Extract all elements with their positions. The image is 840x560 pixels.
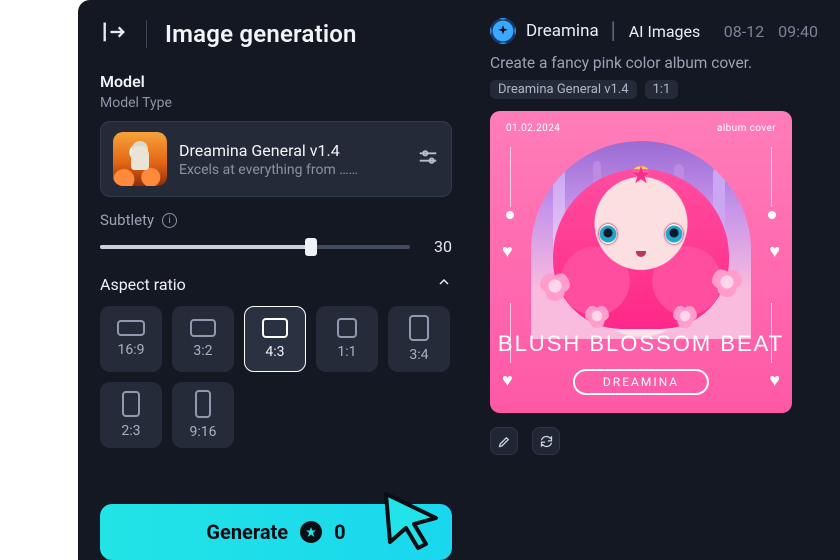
aspect-shape-icon	[337, 318, 357, 338]
chip: 1:1	[645, 80, 679, 99]
aspect-ratio-label: 9:16	[190, 424, 217, 440]
sparkle-icon	[490, 18, 516, 44]
model-thumbnail	[113, 132, 167, 186]
model-description: Excels at everything from ……	[179, 162, 405, 178]
regenerate-button[interactable]	[532, 427, 560, 455]
album-illustration	[598, 223, 684, 245]
aspect-shape-icon	[117, 320, 145, 336]
album-tag: album cover	[717, 123, 776, 134]
sliders-icon[interactable]	[417, 146, 439, 172]
post-source: Dreamina	[526, 21, 599, 41]
model-type-label: Model Type	[100, 95, 452, 111]
generate-button[interactable]: Generate 0	[100, 504, 452, 560]
info-icon[interactable]: i	[162, 213, 177, 228]
flower-icon	[585, 304, 609, 328]
chevron-up-icon[interactable]	[436, 274, 452, 294]
credits-icon	[300, 521, 322, 543]
star-icon: ★	[630, 161, 652, 189]
post-time: 09:40	[778, 22, 818, 41]
post-chips: Dreamina General v1.4 1:1	[490, 80, 818, 99]
slider-thumb[interactable]	[305, 238, 317, 256]
collapse-panel-icon[interactable]	[100, 18, 128, 50]
aspect-shape-icon	[195, 390, 211, 418]
heart-icon: ♥	[502, 370, 513, 391]
aspect-ratio-grid: 16:9 3:2 4:3 1:1 3:4 2:3 9:16	[100, 306, 452, 448]
prompt-text: Create a fancy pink color album cover.	[490, 54, 818, 72]
aspect-ratio-1-1[interactable]: 1:1	[316, 306, 378, 372]
generate-label: Generate	[206, 520, 288, 544]
aspect-ratio-label: 3:4	[409, 347, 428, 363]
album-date: 01.02.2024	[506, 123, 560, 134]
aspect-shape-icon	[262, 318, 288, 338]
decor-line	[510, 147, 511, 207]
heart-icon: ♥	[769, 241, 780, 262]
flower-icon	[712, 267, 742, 297]
flower-icon	[673, 304, 697, 328]
album-title: BLUSH BLOSSOM BEAT	[490, 331, 792, 357]
aspect-ratio-label: 4:3	[265, 344, 284, 360]
aspect-ratio-4-3[interactable]: 4:3	[244, 306, 306, 372]
model-section-label: Model	[100, 72, 452, 91]
decor-dot	[506, 211, 514, 219]
divider	[146, 20, 147, 48]
decor-dot	[768, 211, 776, 219]
subtlety-label: Subtlety	[100, 211, 154, 229]
aspect-ratio-16-9[interactable]: 16:9	[100, 306, 162, 372]
aspect-ratio-9-16[interactable]: 9:16	[172, 382, 234, 448]
aspect-ratio-2-3[interactable]: 2:3	[100, 382, 162, 448]
album-artist: DREAMINA	[573, 369, 709, 395]
edit-button[interactable]	[490, 427, 518, 455]
aspect-ratio-label: 3:2	[193, 343, 212, 359]
aspect-ratio-label: 16:9	[118, 342, 145, 358]
post-date: 08-12	[724, 22, 764, 41]
page-title: Image generation	[165, 20, 357, 48]
heart-icon: ♥	[769, 370, 780, 391]
model-name: Dreamina General v1.4	[179, 141, 405, 160]
post-header: Dreamina │ AI Images 08-12 09:40	[490, 18, 818, 44]
chip: Dreamina General v1.4	[490, 80, 637, 99]
decor-line	[771, 147, 772, 207]
aspect-ratio-label: 2:3	[121, 423, 140, 439]
aspect-shape-icon	[409, 315, 429, 341]
aspect-shape-icon	[122, 391, 140, 417]
separator: │	[609, 21, 619, 41]
heart-icon: ♥	[502, 241, 513, 262]
model-selector[interactable]: Dreamina General v1.4 Excels at everythi…	[100, 121, 452, 197]
aspect-ratio-3-4[interactable]: 3:4	[388, 306, 450, 372]
aspect-ratio-label: 1:1	[337, 344, 356, 360]
subtlety-slider[interactable]	[100, 245, 410, 249]
aspect-ratio-3-2[interactable]: 3:2	[172, 306, 234, 372]
post-category: AI Images	[629, 22, 701, 41]
flower-icon	[540, 271, 570, 301]
generate-cost: 0	[334, 520, 345, 544]
generated-image[interactable]: 01.02.2024 album cover ♥ ♥ ♥ ♥ ★	[490, 111, 792, 413]
aspect-ratio-label: Aspect ratio	[100, 275, 186, 294]
aspect-shape-icon	[190, 319, 216, 337]
subtlety-value: 30	[424, 237, 452, 256]
